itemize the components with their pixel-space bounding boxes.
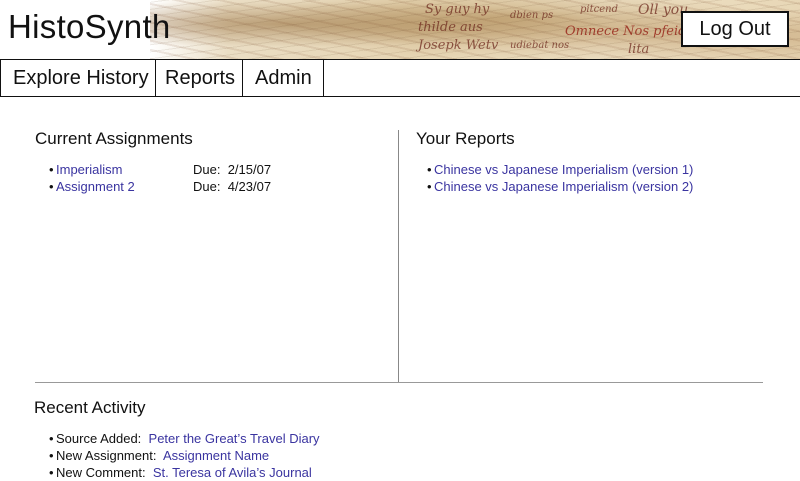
activity-label: Source Added: xyxy=(56,431,142,446)
activity-item: • Source Added: Peter the Great’s Travel … xyxy=(49,430,449,447)
main-nav: Explore History Reports Admin xyxy=(0,59,800,97)
bullet: • xyxy=(49,179,54,194)
background-script: Sy guy hy xyxy=(425,2,490,17)
due-date: 4/23/07 xyxy=(227,179,272,194)
assignment-link[interactable]: Assignment 2 xyxy=(56,179,135,194)
activity-item: • New Assignment: Assignment Name xyxy=(49,447,449,464)
report-link[interactable]: Chinese vs Japanese Imperialism (version… xyxy=(434,179,693,194)
activity-title: Recent Activity xyxy=(34,398,146,417)
due-label: Due: xyxy=(193,179,221,194)
app-logo[interactable]: HistoSynth xyxy=(8,8,171,46)
reports-title: Your Reports xyxy=(416,129,515,148)
assignment-item: • Assignment 2 Due: 4/23/07 xyxy=(49,178,379,195)
nav-admin[interactable]: Admin xyxy=(243,60,324,96)
assignments-list: • Imperialism Due: 2/15/07 • Assignment 2 … xyxy=(49,161,379,195)
header-banner: Sy guy hy thilde aus Josepk Wetv Omnece … xyxy=(0,0,800,60)
reports-list: • Chinese vs Japanese Imperialism (versio… xyxy=(427,161,787,195)
assignment-due: Due: 4/23/07 xyxy=(193,178,271,195)
section-divider xyxy=(35,382,763,383)
background-script: thilde aus xyxy=(418,20,483,35)
activity-list: • Source Added: Peter the Great’s Travel … xyxy=(49,430,449,481)
logout-button[interactable]: Log Out xyxy=(681,11,789,47)
report-item: • Chinese vs Japanese Imperialism (versio… xyxy=(427,178,787,195)
background-script: Josepk Wetv xyxy=(418,38,499,53)
assignment-item: • Imperialism Due: 2/15/07 xyxy=(49,161,379,178)
report-link[interactable]: Chinese vs Japanese Imperialism (version… xyxy=(434,162,693,177)
nav-explore-history[interactable]: Explore History xyxy=(0,60,156,96)
bullet: • xyxy=(427,162,432,177)
assignment-due: Due: 2/15/07 xyxy=(193,161,271,178)
column-divider xyxy=(398,130,399,383)
background-script: dbien ps xyxy=(510,10,554,21)
report-item: • Chinese vs Japanese Imperialism (versio… xyxy=(427,161,787,178)
due-date: 2/15/07 xyxy=(227,162,272,177)
bullet: • xyxy=(427,179,432,194)
assignment-link[interactable]: Imperialism xyxy=(56,162,122,177)
background-script: udiebat nos xyxy=(510,40,570,51)
bullet: • xyxy=(49,448,54,463)
background-script: lita xyxy=(628,42,650,57)
activity-item: • New Comment: St. Teresa of Avila’s Jour… xyxy=(49,464,449,481)
activity-label: New Comment: xyxy=(56,465,146,480)
background-script: pitcend xyxy=(580,4,618,15)
activity-link[interactable]: Peter the Great’s Travel Diary xyxy=(149,431,320,446)
due-label: Due: xyxy=(193,162,221,177)
activity-link[interactable]: St. Teresa of Avila’s Journal xyxy=(153,465,312,480)
bullet: • xyxy=(49,162,54,177)
bullet: • xyxy=(49,431,54,446)
activity-label: New Assignment: xyxy=(56,448,157,463)
assignments-title: Current Assignments xyxy=(35,129,193,148)
activity-link[interactable]: Assignment Name xyxy=(163,448,269,463)
nav-reports[interactable]: Reports xyxy=(156,60,243,96)
bullet: • xyxy=(49,465,54,480)
